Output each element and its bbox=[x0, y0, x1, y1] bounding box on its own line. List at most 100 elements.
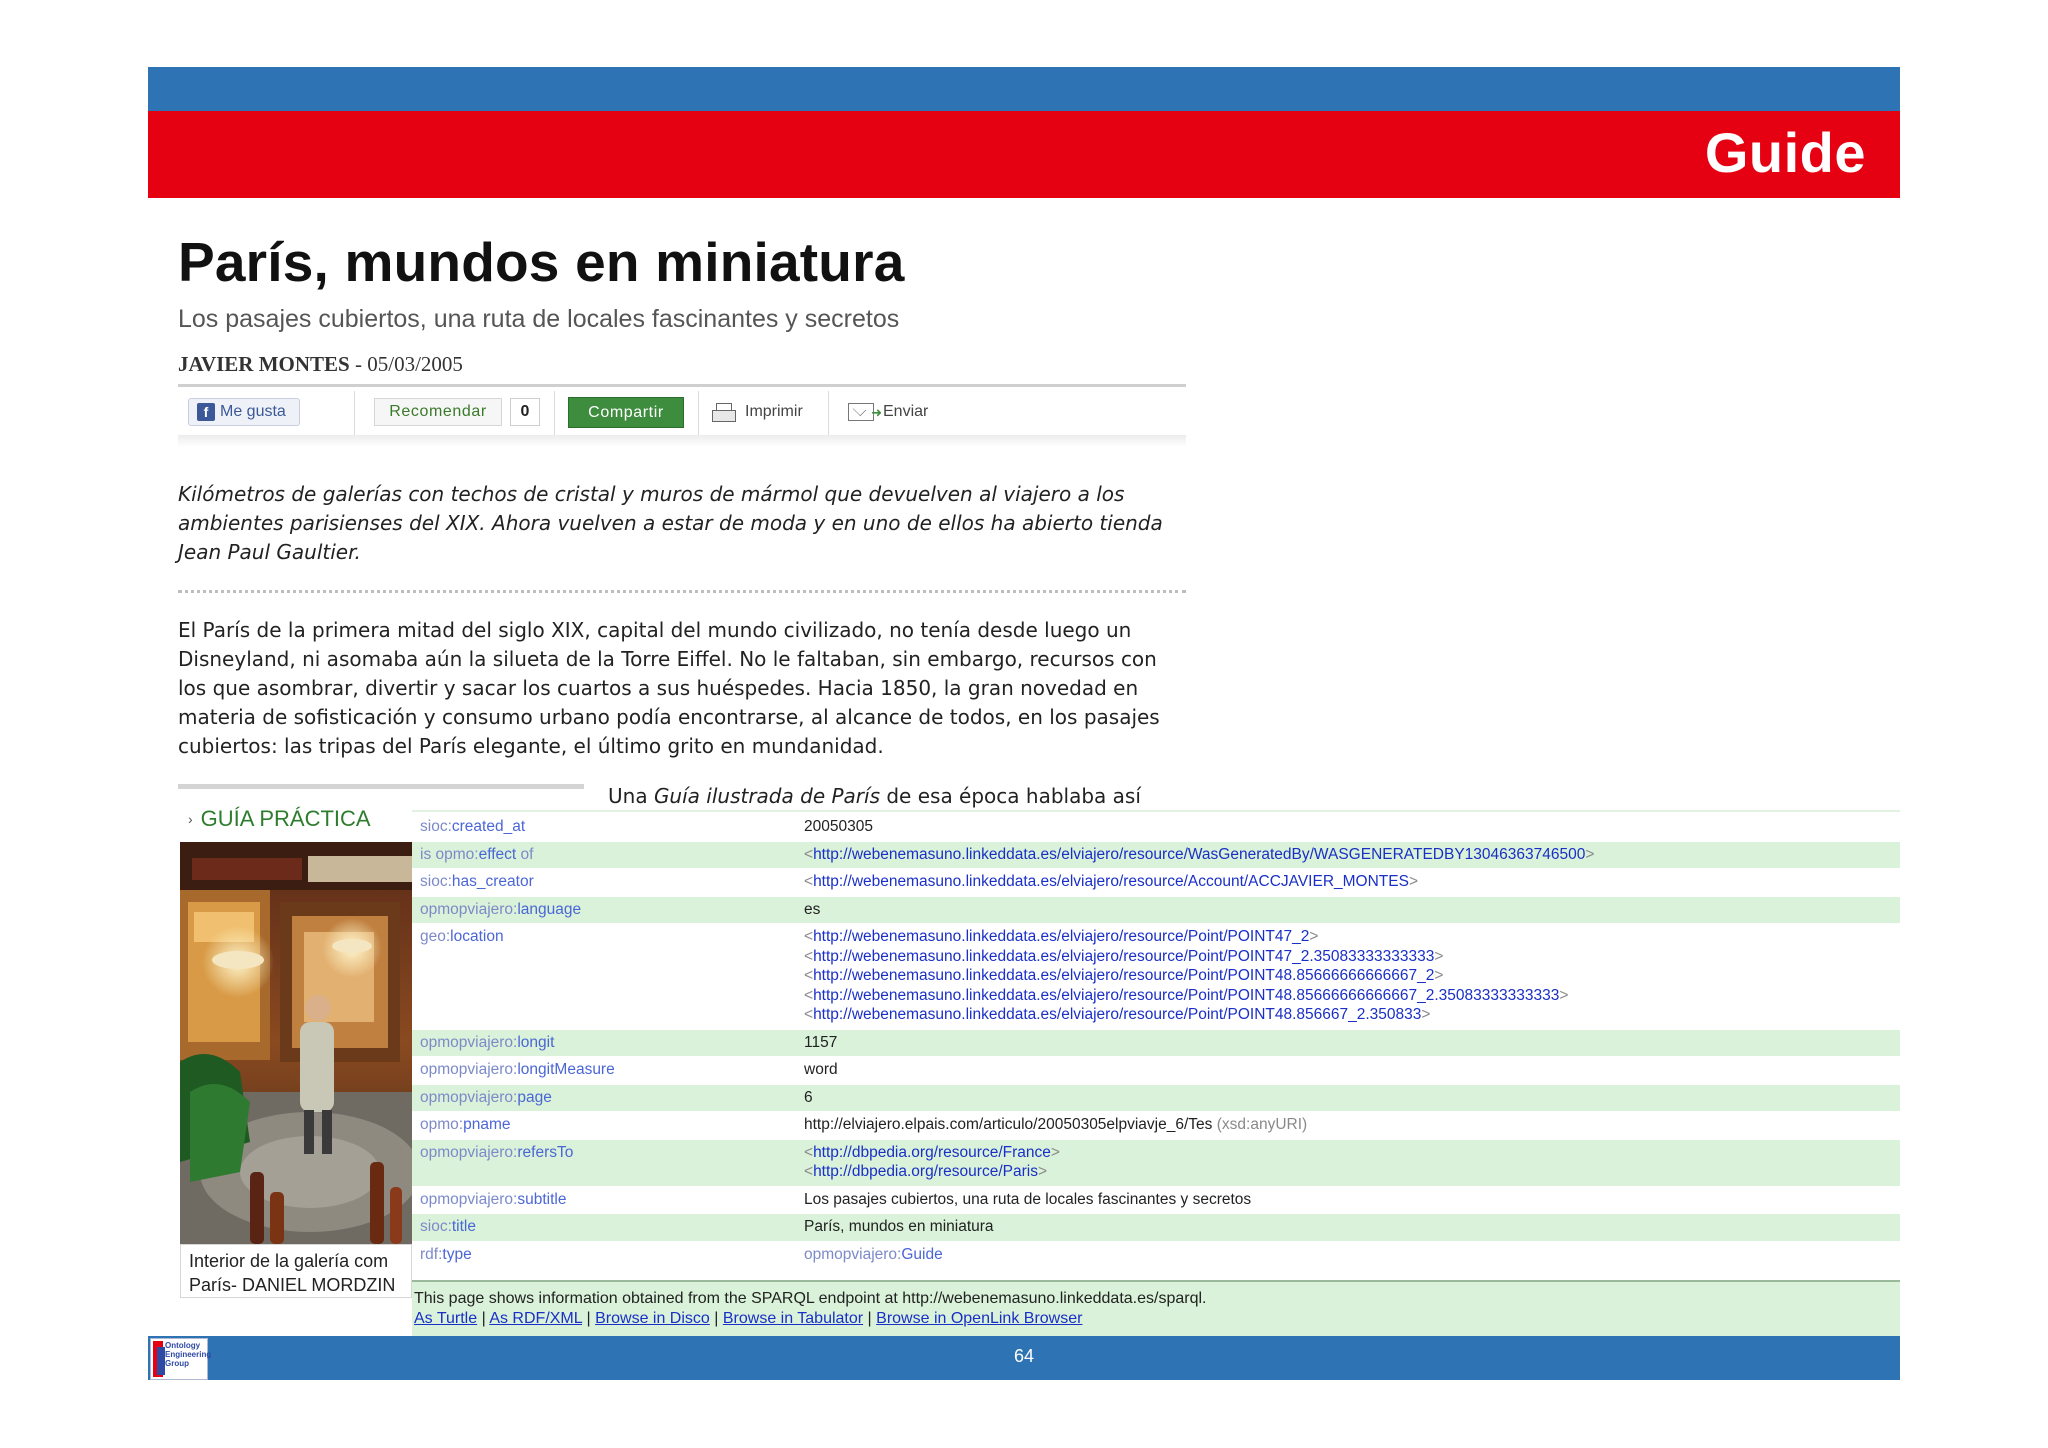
rdf-predicate[interactable]: sioc:created_at bbox=[420, 817, 525, 837]
rdf-object[interactable]: <http://webenemasuno.linkeddata.es/elvia… bbox=[804, 947, 1568, 967]
rdf-object-cell: <http://webenemasuno.linkeddata.es/elvia… bbox=[804, 872, 1418, 892]
rdf-predicate[interactable]: opmo:pname bbox=[420, 1115, 511, 1135]
share-toolbar: f Me gusta Recomendar 0 Compartir Imprim… bbox=[178, 384, 1186, 447]
rdf-predicate[interactable]: is opmo:effect of bbox=[420, 845, 533, 865]
rdf-qname-local[interactable]: Guide bbox=[901, 1246, 942, 1263]
slide-title: Guide bbox=[1704, 121, 1866, 184]
article-title: París, mundos en miniatura bbox=[178, 231, 905, 293]
rdf-uri-link[interactable]: http://webenemasuno.linkeddata.es/elviaj… bbox=[813, 1006, 1421, 1023]
rdf-predicate-namespace: geo: bbox=[420, 928, 451, 945]
rdf-object-cell: http://elviajero.elpais.com/articulo/200… bbox=[804, 1115, 1307, 1135]
format-link-as-rdf-xml[interactable]: As RDF/XML bbox=[489, 1310, 582, 1327]
rdf-predicate-namespace: sioc: bbox=[420, 873, 452, 890]
gallery-photo[interactable] bbox=[180, 842, 412, 1244]
rdf-object[interactable]: <http://webenemasuno.linkeddata.es/elvia… bbox=[804, 927, 1568, 947]
dotted-divider bbox=[178, 590, 1186, 593]
rdf-uri-link[interactable]: http://dbpedia.org/resource/France bbox=[813, 1144, 1051, 1161]
rdf-object[interactable]: opmopviajero:Guide bbox=[804, 1245, 943, 1265]
recommend-button[interactable]: Recomendar bbox=[374, 398, 502, 426]
rdf-predicate[interactable]: opmopviajero:subtitle bbox=[420, 1190, 566, 1210]
rdf-predicate[interactable]: opmopviajero:refersTo bbox=[420, 1143, 573, 1163]
format-link-browse-in-disco[interactable]: Browse in Disco bbox=[595, 1310, 710, 1327]
uri-close-bracket: > bbox=[1434, 947, 1444, 965]
rdf-predicate[interactable]: rdf:type bbox=[420, 1245, 472, 1265]
rdf-predicate[interactable]: geo:location bbox=[420, 927, 504, 947]
rdf-row-subtitle: opmopviajero:subtitle Los pasajes cubiert… bbox=[412, 1187, 1900, 1214]
rdf-predicate-name: pname bbox=[463, 1116, 511, 1133]
rdf-uri-link[interactable]: http://webenemasuno.linkeddata.es/elviaj… bbox=[813, 987, 1559, 1004]
article-continuation: Una Guía ilustrada de París de esa época… bbox=[608, 784, 1141, 808]
article-byline: JAVIER MONTES - 05/03/2005 bbox=[178, 352, 463, 377]
print-label: Imprimir bbox=[745, 403, 803, 420]
rdf-uri-link[interactable]: http://webenemasuno.linkeddata.es/elviaj… bbox=[813, 967, 1434, 984]
format-link-browse-in-tabulator[interactable]: Browse in Tabulator bbox=[723, 1310, 863, 1327]
rdf-predicate[interactable]: opmopviajero:longit bbox=[420, 1033, 554, 1053]
author-name[interactable]: JAVIER MONTES bbox=[178, 352, 350, 376]
rdf-predicate[interactable]: opmopviajero:page bbox=[420, 1088, 552, 1108]
rdf-row-page: opmopviajero:page 6 bbox=[412, 1084, 1900, 1111]
rdf-uri-link[interactable]: http://webenemasuno.linkeddata.es/elviaj… bbox=[813, 928, 1309, 945]
rdf-row-effect: is opmo:effect of <http://webenemasuno.li… bbox=[412, 841, 1900, 868]
rdf-predicate[interactable]: sioc:has_creator bbox=[420, 872, 534, 892]
rdf-object[interactable]: <http://dbpedia.org/resource/Paris> bbox=[804, 1162, 1060, 1182]
uri-open-bracket: < bbox=[804, 1006, 814, 1023]
photo-caption-line: París- DANIEL MORDZIN bbox=[189, 1275, 396, 1295]
rdf-object[interactable]: <http://webenemasuno.linkeddata.es/elvia… bbox=[804, 845, 1594, 865]
uri-close-bracket: > bbox=[1050, 1143, 1060, 1161]
link-separator: | bbox=[863, 1310, 877, 1327]
rdf-uri-link[interactable]: http://webenemasuno.linkeddata.es/elviaj… bbox=[813, 948, 1434, 965]
uri-close-bracket: > bbox=[1421, 1006, 1431, 1023]
rdf-predicate-namespace: opmopviajero: bbox=[420, 1143, 518, 1161]
rdf-object-cell: 20050305 bbox=[804, 817, 873, 837]
uri-close-bracket: > bbox=[1585, 845, 1595, 863]
print-button[interactable]: Imprimir bbox=[712, 398, 803, 426]
rdf-object[interactable]: <http://webenemasuno.linkeddata.es/elvia… bbox=[804, 966, 1568, 986]
uri-open-bracket: < bbox=[804, 928, 814, 945]
guide-box-title[interactable]: › GUÍA PRÁCTICA bbox=[188, 806, 371, 832]
uri-close-bracket: > bbox=[1309, 928, 1319, 945]
rdf-predicate-name: language bbox=[517, 900, 582, 918]
uri-open-bracket: < bbox=[804, 986, 814, 1004]
link-separator: | bbox=[477, 1310, 490, 1327]
rdf-object-cell: es bbox=[804, 900, 820, 920]
format-link-as-turtle[interactable]: As Turtle bbox=[414, 1310, 477, 1327]
rdf-predicate[interactable]: opmopviajero:language bbox=[420, 900, 581, 920]
format-link-browse-in-openlink-browser[interactable]: Browse in OpenLink Browser bbox=[876, 1310, 1082, 1327]
rdf-predicate-namespace: opmopviajero: bbox=[420, 1061, 518, 1078]
rdf-object[interactable]: <http://webenemasuno.linkeddata.es/elvia… bbox=[804, 872, 1418, 892]
rdf-predicate[interactable]: sioc:title bbox=[420, 1217, 476, 1237]
footer-bar: 64 bbox=[148, 1336, 1900, 1380]
rdf-object[interactable]: <http://webenemasuno.linkeddata.es/elvia… bbox=[804, 1005, 1568, 1025]
rdf-row-longit: opmopviajero:longit 1157 bbox=[412, 1029, 1900, 1056]
share-button[interactable]: Compartir bbox=[568, 397, 684, 428]
guide-box-top-rule bbox=[178, 784, 584, 789]
rdf-object[interactable]: <http://webenemasuno.linkeddata.es/elvia… bbox=[804, 986, 1568, 1006]
rdf-uri-link[interactable]: http://webenemasuno.linkeddata.es/elviaj… bbox=[813, 846, 1585, 863]
rdf-predicate-namespace: sioc: bbox=[420, 1218, 452, 1235]
photo-caption: Interior de la galería com París- DANIEL… bbox=[189, 1249, 411, 1297]
rdf-predicate-name: type bbox=[442, 1245, 472, 1263]
gallery-photo-illustration bbox=[180, 842, 412, 1244]
header-red-band bbox=[148, 111, 1900, 198]
rdf-object: Los pasajes cubiertos, una ruta de local… bbox=[804, 1190, 1252, 1208]
rdf-row-language: opmopviajero:language es bbox=[412, 896, 1900, 923]
rdf-row-pname: opmo:pname http://elviajero.elpais.com/ar… bbox=[412, 1112, 1900, 1139]
rdf-predicate[interactable]: opmopviajero:longitMeasure bbox=[420, 1060, 615, 1080]
toolbar-shadow bbox=[178, 435, 1186, 447]
rdf-uri-link[interactable]: http://webenemasuno.linkeddata.es/elviaj… bbox=[813, 873, 1409, 890]
rdf-object: es bbox=[804, 900, 821, 918]
header-blue-band bbox=[148, 67, 1900, 111]
rdf-object-cell: 1157 bbox=[804, 1033, 837, 1053]
printer-icon bbox=[712, 403, 736, 422]
uri-close-bracket: > bbox=[1434, 967, 1444, 984]
facebook-like-label: Me gusta bbox=[220, 403, 286, 420]
article-body: El París de la primera mitad del siglo X… bbox=[178, 618, 1160, 758]
photo-caption-box: Interior de la galería com París- DANIEL… bbox=[180, 1244, 412, 1298]
send-button[interactable]: Enviar bbox=[848, 398, 928, 426]
rdf-properties-panel: sioc:created_at 20050305 is opmo:effect of… bbox=[412, 810, 1900, 1336]
facebook-like-button[interactable]: f Me gusta bbox=[188, 398, 300, 426]
rdf-uri-link[interactable]: http://dbpedia.org/resource/Paris bbox=[813, 1163, 1038, 1180]
rdf-object-cell: <http://dbpedia.org/resource/France> <htt… bbox=[804, 1143, 1060, 1182]
rdf-predicate-namespace: sioc: bbox=[420, 818, 452, 835]
rdf-object[interactable]: <http://dbpedia.org/resource/France> bbox=[804, 1143, 1060, 1163]
